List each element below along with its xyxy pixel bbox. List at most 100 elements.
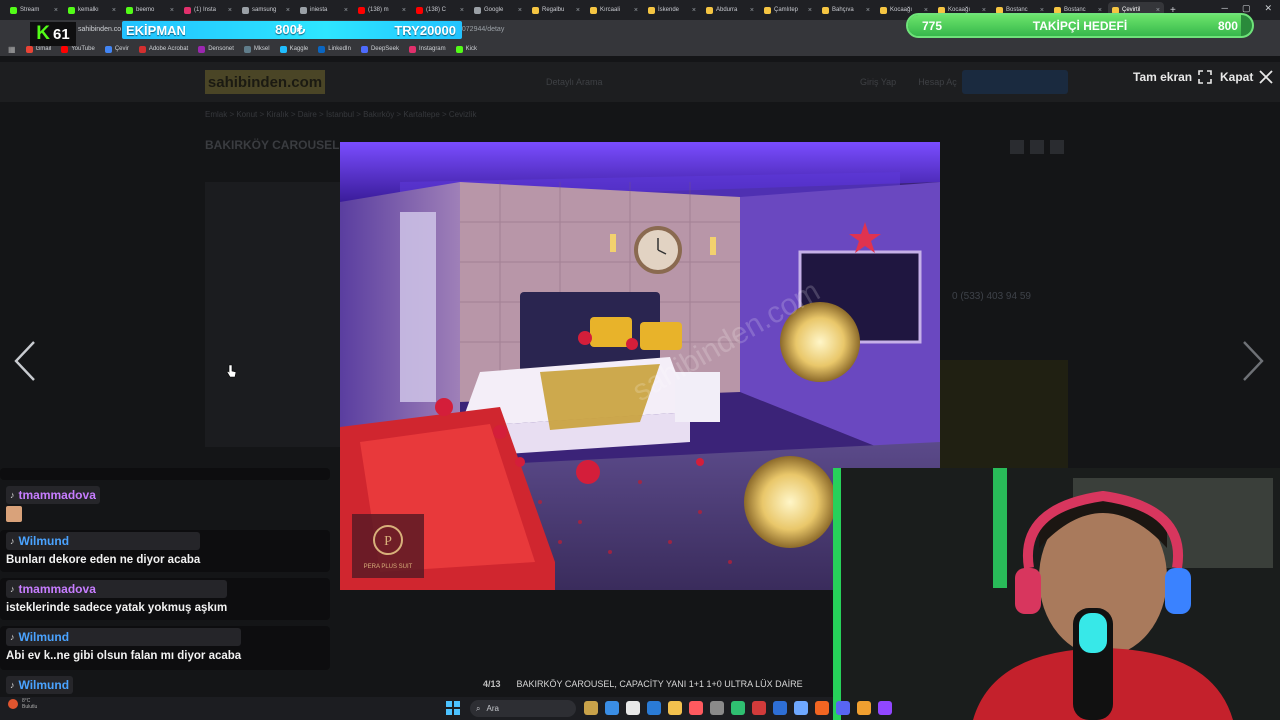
close-icon (1259, 70, 1273, 84)
tab-label: Çamlıtep (774, 7, 799, 13)
taskbar-app-icon[interactable] (773, 701, 787, 715)
browser-tab[interactable]: (138) C × (412, 2, 468, 18)
chat-text: Bunları dekore eden ne diyor acaba (6, 554, 201, 566)
tab-close-icon[interactable]: × (576, 7, 580, 14)
chat-username-text: Wilmund (18, 678, 70, 692)
tab-label: samsung (252, 7, 277, 13)
browser-tab[interactable]: Kırcaali × (586, 2, 642, 18)
tab-close-icon[interactable]: × (402, 7, 406, 14)
gallery-thumbnail-main (205, 182, 340, 447)
tab-close-icon[interactable]: × (808, 7, 812, 14)
browser-tab[interactable]: Abdurra × (702, 2, 758, 18)
bookmark-item[interactable]: Gmail (25, 45, 51, 53)
bookmark-item[interactable]: Çevir (104, 45, 129, 53)
bookmark-label: Kick (465, 46, 477, 52)
taskbar-app-icon[interactable] (626, 701, 640, 715)
taskbar-app-icon[interactable] (794, 701, 808, 715)
bookmark-item[interactable]: YouTube (61, 45, 95, 53)
tab-favicon-icon (706, 6, 713, 14)
tab-close-icon[interactable]: × (228, 7, 232, 14)
taskbar-app-icon[interactable] (710, 701, 724, 715)
close-window-button[interactable]: ✕ (1264, 3, 1272, 14)
taskbar-app-icon[interactable] (689, 701, 703, 715)
sound-badge-icon: ♪ (10, 632, 15, 642)
sound-badge-icon: ♪ (10, 680, 15, 690)
windows-start-icon[interactable] (446, 701, 460, 715)
taskbar-app-icon[interactable] (815, 701, 829, 715)
tab-close-icon[interactable]: × (460, 7, 464, 14)
taskbar-app-icon[interactable] (647, 701, 661, 715)
tab-close-icon[interactable]: × (518, 7, 522, 14)
browser-tab[interactable]: iniesta × (296, 2, 352, 18)
streamer-webcam (833, 468, 1280, 720)
previous-photo-button[interactable] (12, 340, 38, 393)
chat-username: ♪ Wilmund (6, 676, 74, 694)
tab-close-icon[interactable]: × (344, 7, 348, 14)
taskbar-app-icon[interactable] (878, 701, 892, 715)
tab-close-icon[interactable]: × (750, 7, 754, 14)
tab-close-icon[interactable]: × (634, 7, 638, 14)
taskbar-app-icon[interactable] (752, 701, 766, 715)
fullscreen-button[interactable]: Tam ekran (1133, 70, 1212, 84)
tab-label: (138) m (368, 7, 389, 13)
browser-tab[interactable]: Çamlıtep × (760, 2, 816, 18)
taskbar-app-icon[interactable] (668, 701, 682, 715)
goal-current: 775 (922, 18, 943, 33)
goal-target: 800 (1217, 18, 1238, 33)
taskbar-app-icon[interactable] (584, 701, 598, 715)
ticker-amount: TRY20000 (394, 22, 456, 38)
bookmark-item[interactable]: Adobe Acrobat (138, 45, 188, 53)
bookmark-favicon-icon (279, 45, 287, 53)
weather-desc: Bulutlu (22, 704, 38, 710)
taskbar-app-icon[interactable] (836, 701, 850, 715)
tab-close-icon[interactable]: × (286, 7, 290, 14)
tab-close-icon[interactable]: × (866, 7, 870, 14)
taskbar-app-icon[interactable] (731, 701, 745, 715)
tab-label: Abdurra (716, 7, 738, 13)
chat-username-text: tmammadova (18, 582, 96, 596)
tab-close-icon[interactable]: × (692, 7, 696, 14)
bookmark-item[interactable]: Mksel (243, 45, 270, 53)
browser-tab[interactable]: Google × (470, 2, 526, 18)
tab-label: Stream (20, 7, 40, 13)
chat-message: ♪ tmammadova isteklerinde sadece yatak yo… (6, 580, 228, 614)
browser-tab[interactable]: İskende × (644, 2, 700, 18)
bookmark-item[interactable]: LinkedIn (318, 45, 351, 53)
chat-username: ♪ tmammadova (6, 486, 100, 504)
bookmark-item[interactable]: Instagram (408, 45, 446, 53)
bookmark-label: Instagram (418, 46, 446, 52)
bookmark-item[interactable]: DeepSeek (360, 45, 399, 53)
tab-label: Bahçıva (832, 7, 854, 13)
photo-caption-bar: 4/13 BAKIRKÖY CAROUSEL, CAPACİTY YANI 1+… (333, 671, 833, 697)
donation-ticker: EKİPMAN 800₺ TRY20000 (122, 21, 462, 39)
browser-tab[interactable]: kemalkı × (64, 2, 120, 18)
bookmark-favicon-icon (25, 45, 33, 53)
taskbar-app-icon[interactable] (605, 701, 619, 715)
kick-logo-badge: K 61 (30, 22, 76, 46)
tab-close-icon[interactable]: × (112, 7, 116, 14)
taskbar-app-icon[interactable] (857, 701, 871, 715)
weather-widget[interactable]: 8°C Bulutlu (8, 698, 37, 710)
tab-close-icon[interactable]: × (54, 7, 58, 14)
browser-tab[interactable]: Stream × (6, 2, 62, 18)
browser-tab[interactable]: Regalbu × (528, 2, 584, 18)
site-header (0, 62, 1280, 102)
browser-tab[interactable]: (138) m × (354, 2, 410, 18)
apps-grid-icon[interactable]: ▦ (8, 45, 16, 54)
next-photo-button[interactable] (1240, 340, 1266, 393)
browser-tab[interactable]: Bahçıva × (818, 2, 874, 18)
tab-close-icon[interactable]: × (170, 7, 174, 14)
search-icon: ⌕ (476, 703, 481, 713)
close-lightbox-button[interactable]: Kapat (1220, 70, 1273, 84)
chat-message: ♪ Wilmund Abi ev k..ne gibi olsun falan m… (6, 628, 242, 662)
browser-tab[interactable]: (1) Insta × (180, 2, 236, 18)
photo-caption: BAKIRKÖY CAROUSEL, CAPACİTY YANI 1+1 1+0… (516, 679, 803, 689)
browser-tab[interactable]: samsung × (238, 2, 294, 18)
bookmark-item[interactable]: Densonet (198, 45, 234, 53)
browser-tab[interactable]: beemo × (122, 2, 178, 18)
bookmark-item[interactable]: Kick (455, 45, 477, 53)
bookmark-item[interactable]: Kaggle (279, 45, 308, 53)
taskbar-search[interactable]: ⌕ Ara (470, 700, 576, 717)
chat-message: ♪ Wilmund Bunları dekore eden ne diyor ac… (6, 532, 201, 566)
hand-cursor-icon (226, 364, 236, 378)
